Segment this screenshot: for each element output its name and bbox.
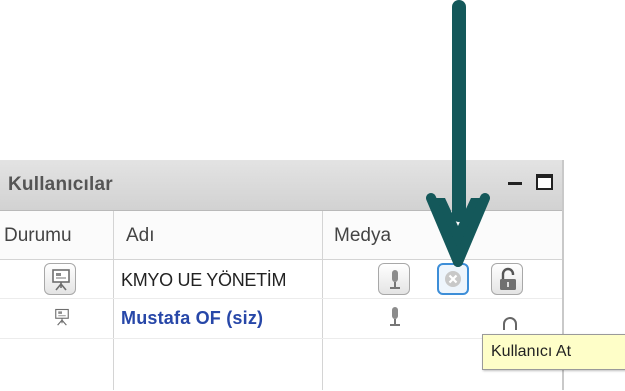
user-name: KMYO UE YÖNETİM (121, 270, 287, 290)
table-row-empty (0, 338, 562, 391)
unlock-icon (500, 267, 516, 290)
microphone-icon (390, 307, 400, 326)
kick-user-icon (445, 271, 461, 287)
minimize-button[interactable] (508, 182, 522, 185)
panel-title: Kullanıcılar (8, 174, 113, 195)
status-button[interactable] (44, 263, 76, 295)
column-status-header[interactable]: Durumu (4, 225, 108, 247)
kick-user-tooltip: Kullanıcı At (482, 334, 625, 370)
lock-icon (503, 317, 517, 330)
microphone-button[interactable] (378, 263, 410, 295)
user-name-self: Mustafa OF (siz) (121, 308, 264, 328)
column-media-header[interactable]: Medya (334, 225, 391, 247)
table-row[interactable]: Mustafa OF (siz) (0, 299, 562, 337)
column-name-header[interactable]: Adı (126, 225, 155, 247)
maximize-button[interactable] (536, 174, 553, 190)
lock-button[interactable] (491, 263, 523, 295)
callout-arrow (426, 0, 490, 267)
presentation-icon (55, 308, 69, 326)
microphone-icon (390, 270, 400, 289)
presentation-icon (52, 269, 70, 291)
